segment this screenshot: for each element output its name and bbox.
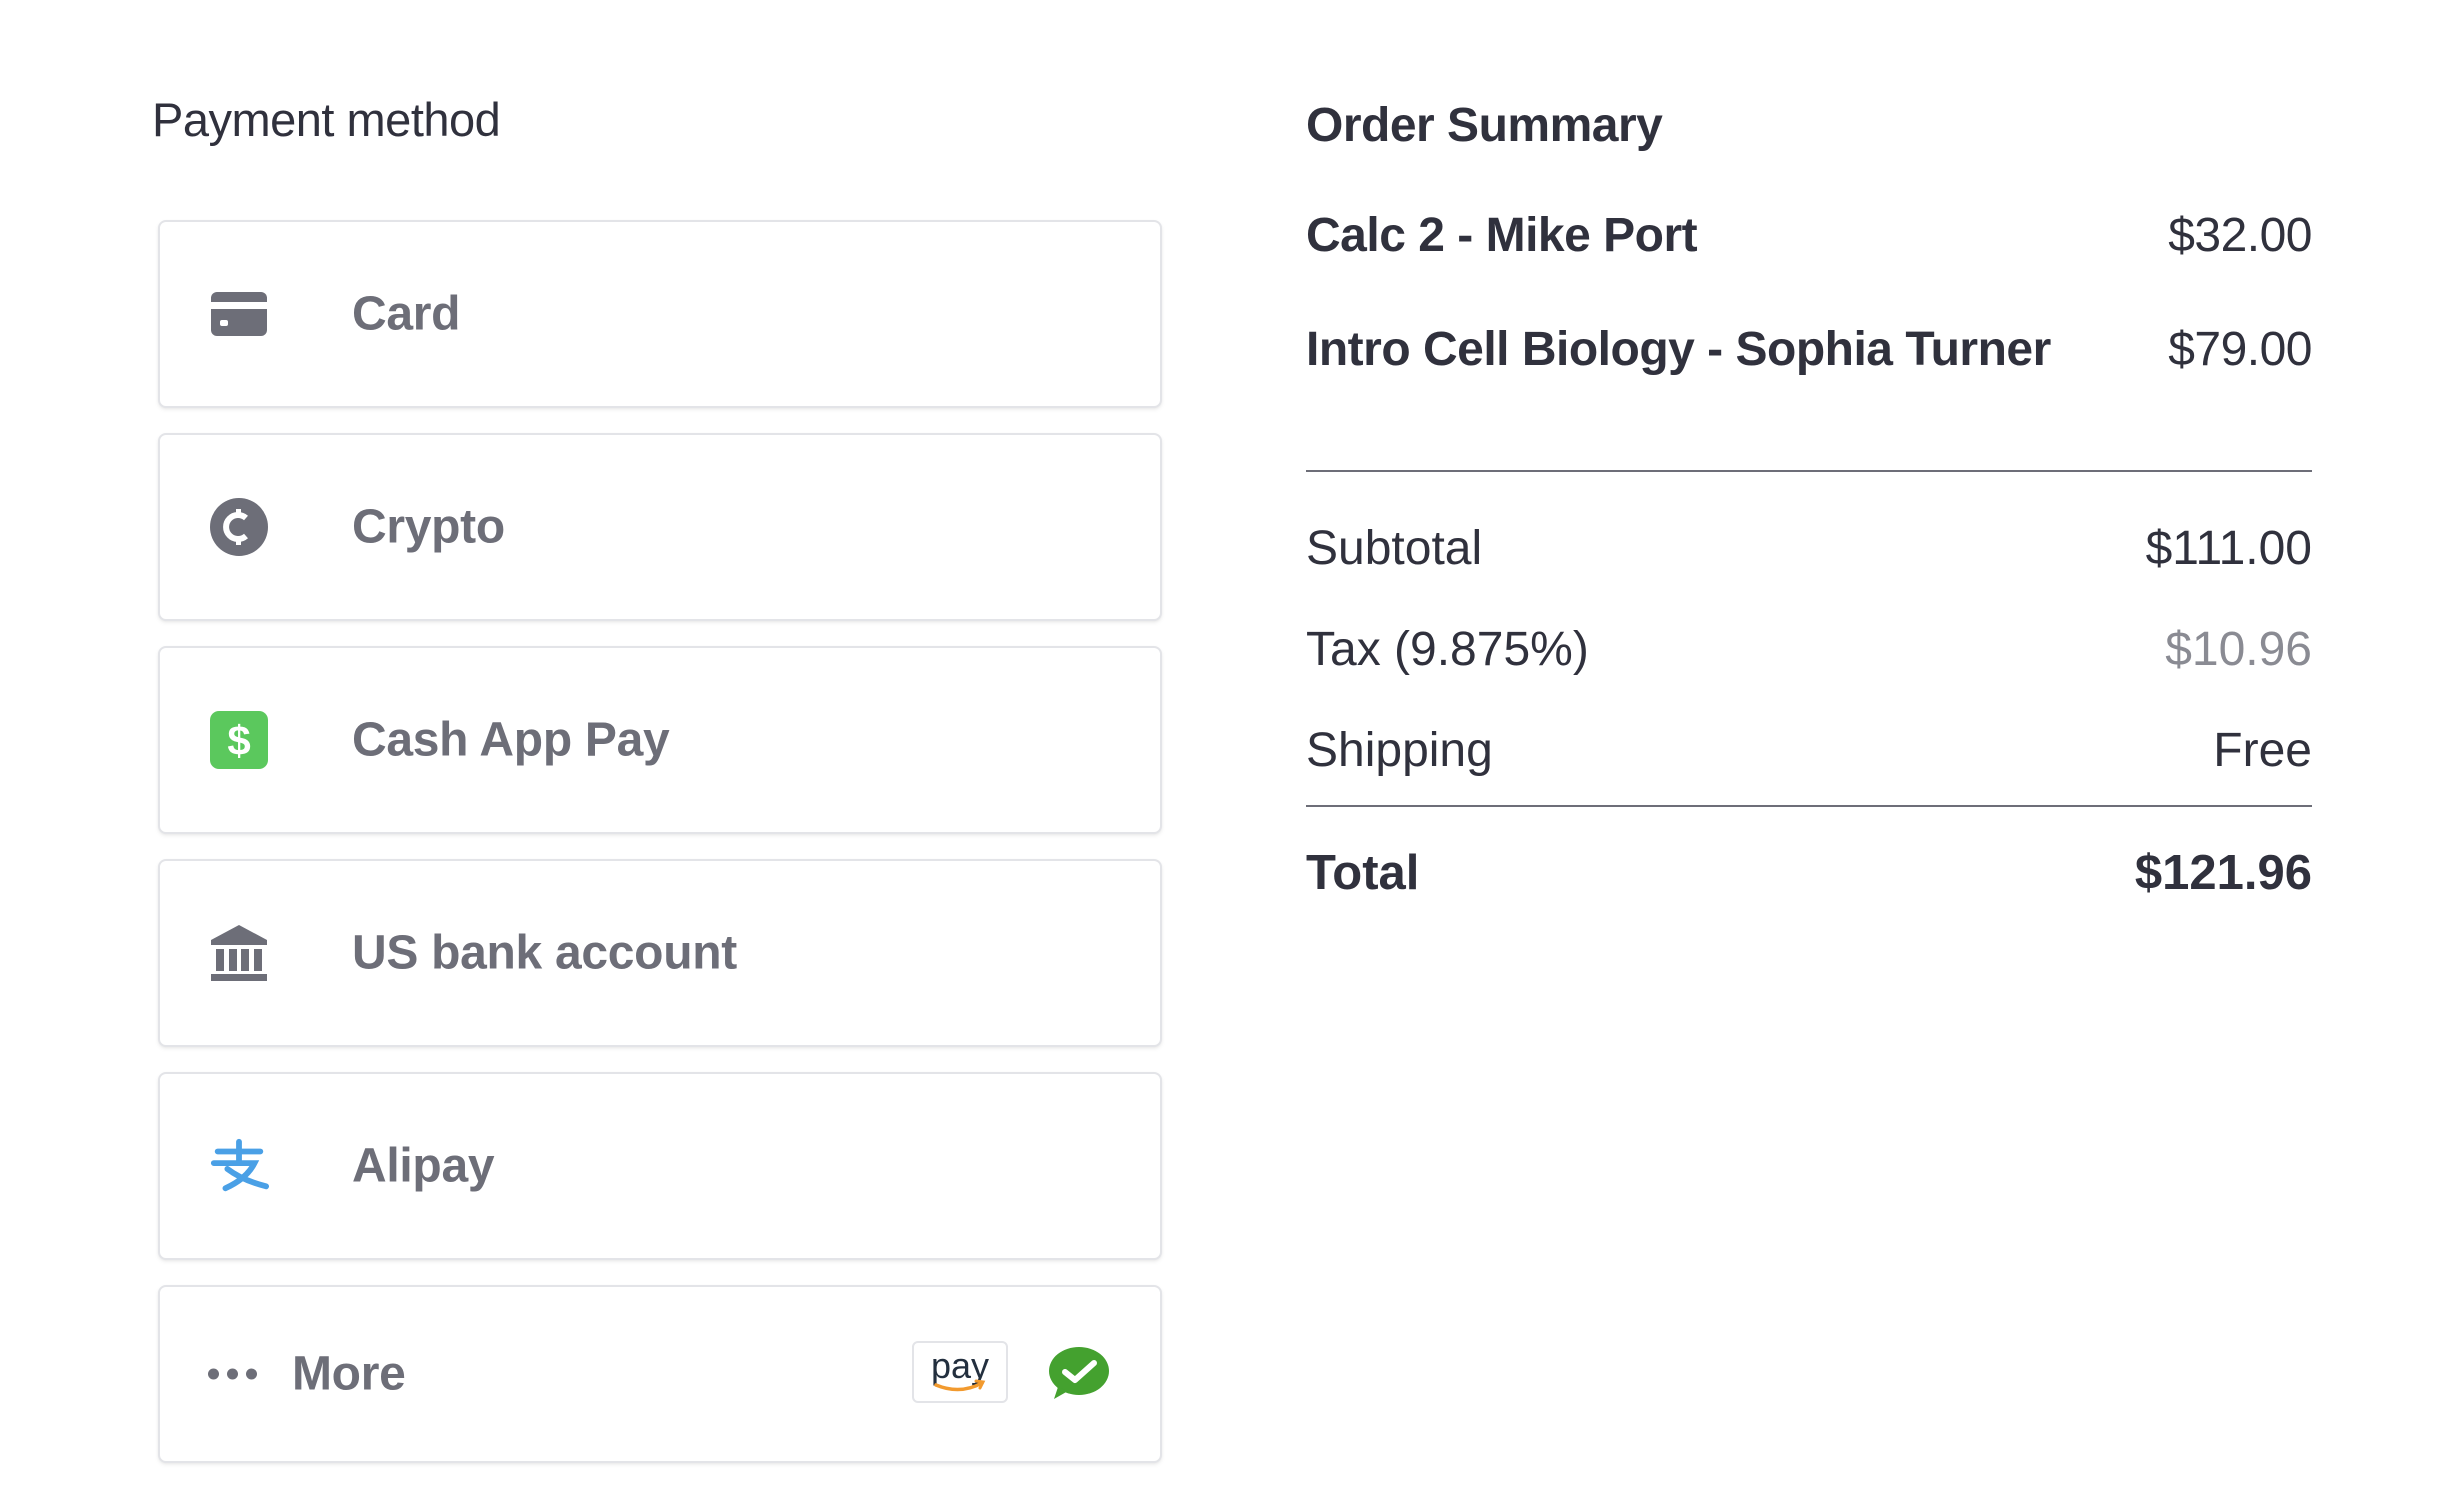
- total-row: Total $121.96: [1306, 838, 2312, 908]
- payment-option-card[interactable]: Card: [158, 220, 1162, 408]
- order-totals: Subtotal $111.00 Tax (9.875%) $10.96 Shi…: [1306, 498, 2312, 801]
- more-dots-icon: [208, 1368, 257, 1380]
- payment-option-crypto[interactable]: Crypto: [158, 433, 1162, 621]
- payment-option-label: Cash App Pay: [352, 713, 670, 767]
- payment-option-cash-app-pay[interactable]: $ Cash App Pay: [158, 646, 1162, 834]
- summary-divider: [1306, 470, 2312, 472]
- payment-option-more[interactable]: More pay: [158, 1285, 1162, 1463]
- tax-value: $10.96: [2165, 623, 2312, 676]
- subtotal-value: $111.00: [2145, 522, 2312, 575]
- payment-option-alipay[interactable]: Alipay: [158, 1072, 1162, 1260]
- payment-method-list: Card Crypto $ Cash App Pay US bank accou…: [158, 220, 1162, 1488]
- alipay-icon: [208, 1135, 270, 1197]
- shipping-label: Shipping: [1306, 724, 1493, 777]
- order-item-price: $79.00: [2168, 322, 2312, 376]
- order-item-name: Calc 2 - Mike Port: [1306, 208, 1698, 262]
- shipping-row: Shipping Free: [1306, 700, 2312, 801]
- bank-icon: [208, 922, 270, 984]
- order-item: Calc 2 - Mike Port $32.00: [1306, 178, 2312, 292]
- total-label: Total: [1306, 846, 1420, 900]
- order-item: Intro Cell Biology - Sophia Turner $79.0…: [1306, 292, 2312, 406]
- credit-card-icon: [208, 283, 270, 345]
- payment-method-title: Payment method: [152, 93, 501, 146]
- payment-option-label: Crypto: [352, 500, 505, 554]
- order-summary: Order Summary Calc 2 - Mike Port $32.00 …: [1306, 98, 2312, 900]
- tax-row: Tax (9.875%) $10.96: [1306, 599, 2312, 700]
- subtotal-row: Subtotal $111.00: [1306, 498, 2312, 599]
- wechat-pay-icon: [1048, 1345, 1110, 1406]
- svg-text:$: $: [227, 717, 250, 764]
- total-divider: [1306, 805, 2312, 807]
- crypto-coin-icon: [208, 496, 270, 558]
- payment-option-more-label: More: [292, 1347, 406, 1401]
- order-summary-title: Order Summary: [1306, 99, 1663, 152]
- subtotal-label: Subtotal: [1306, 522, 1483, 575]
- shipping-value: Free: [2213, 724, 2312, 777]
- payment-option-label: Alipay: [352, 1139, 495, 1193]
- total-value: $121.96: [2134, 846, 2312, 900]
- cash-app-icon: $: [208, 709, 270, 771]
- payment-option-label: US bank account: [352, 926, 737, 980]
- order-item-name: Intro Cell Biology - Sophia Turner: [1306, 322, 2051, 376]
- amazon-pay-icon: pay: [912, 1341, 1008, 1403]
- tax-label: Tax (9.875%): [1306, 623, 1589, 676]
- order-item-price: $32.00: [2168, 208, 2312, 262]
- payment-option-us-bank-account[interactable]: US bank account: [158, 859, 1162, 1047]
- order-items: Calc 2 - Mike Port $32.00 Intro Cell Bio…: [1306, 178, 2312, 406]
- payment-option-label: Card: [352, 287, 461, 341]
